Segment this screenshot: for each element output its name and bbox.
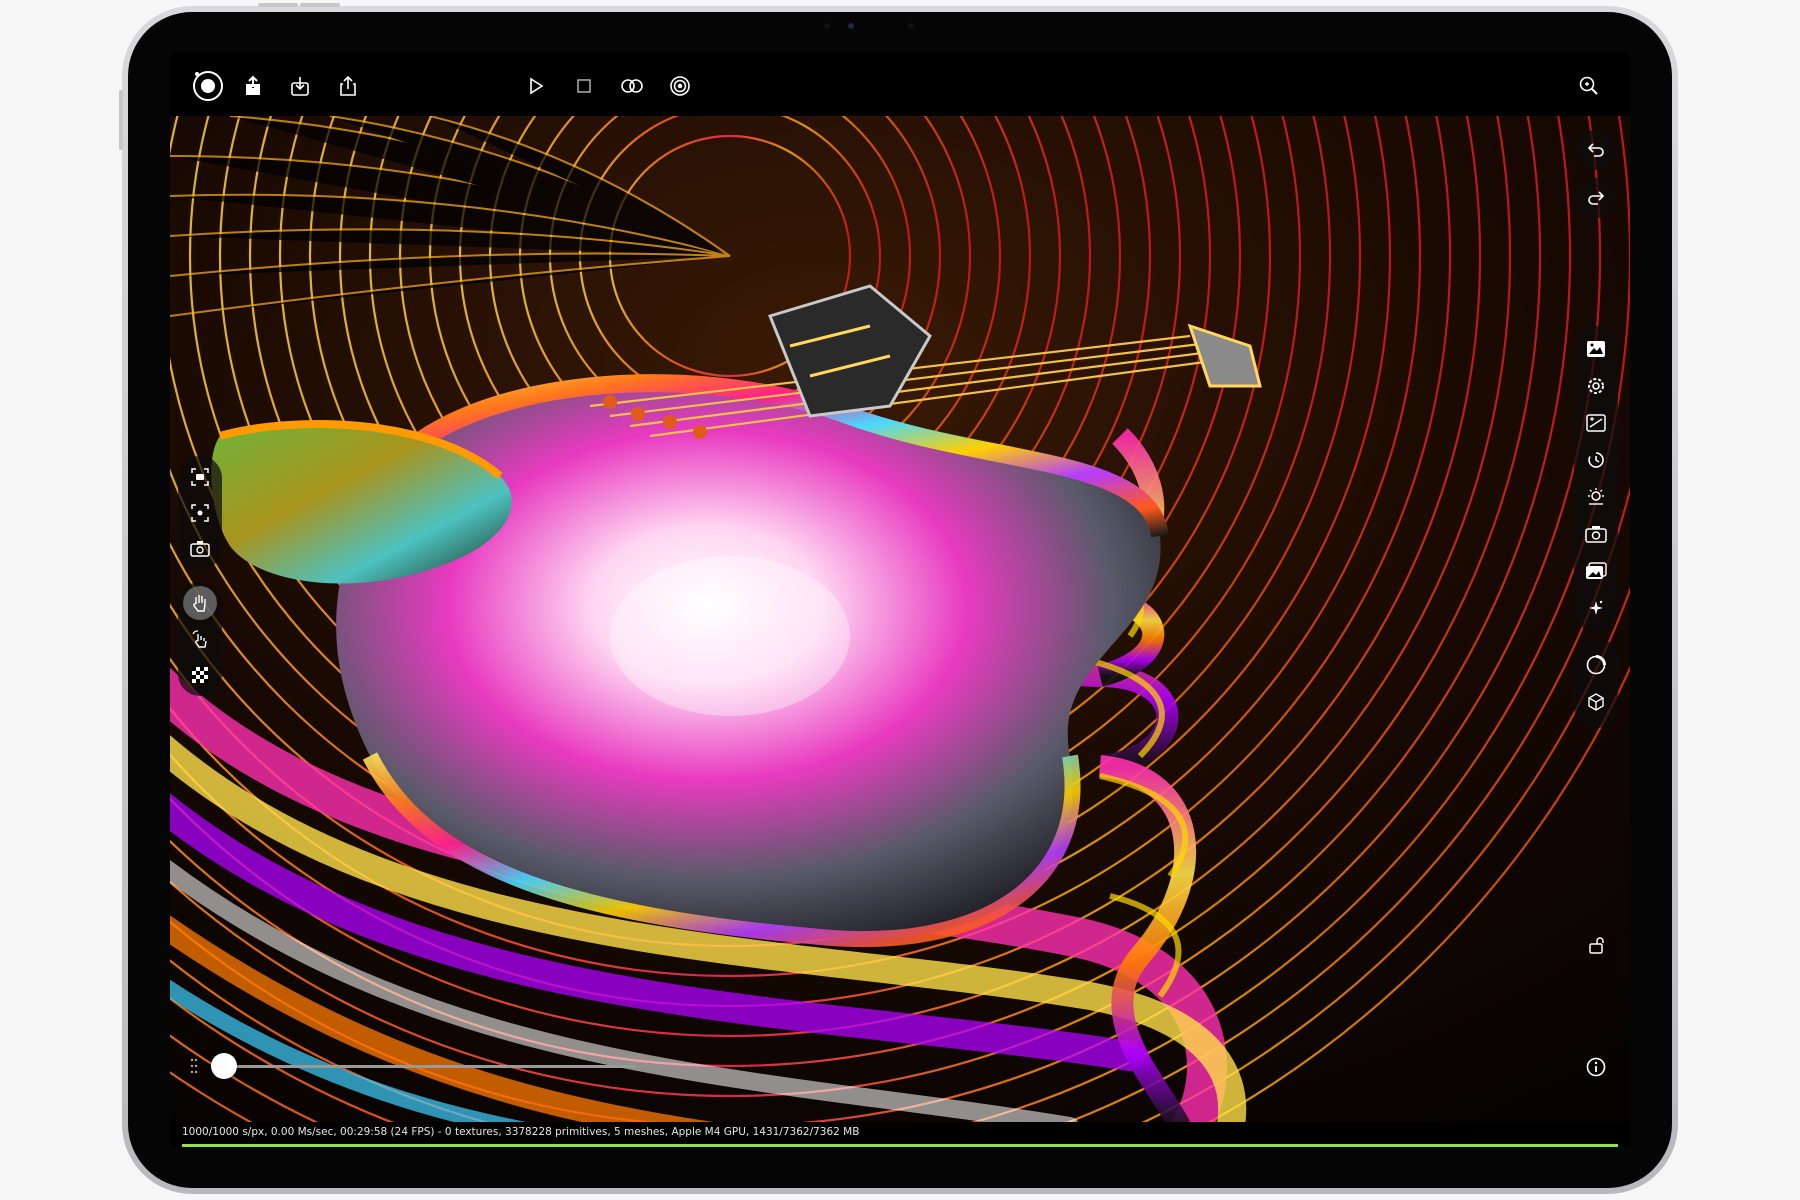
checkerboard-icon[interactable]	[183, 658, 217, 692]
focus-icon[interactable]	[183, 496, 217, 530]
settings-gear-icon[interactable]	[1579, 369, 1613, 403]
app-screen: 1000/1000 s/px, 0.00 Ms/sec, 00:29:58 (2…	[170, 52, 1630, 1148]
share-icon[interactable]	[332, 70, 364, 102]
camera-switch-icon[interactable]	[183, 532, 217, 566]
volume-button	[300, 3, 340, 7]
geometry-cube-icon[interactable]	[1579, 685, 1613, 719]
render-status-text: 1000/1000 s/px, 0.00 Ms/sec, 00:29:58 (2…	[182, 1126, 860, 1138]
environment-icon[interactable]	[1579, 480, 1613, 514]
sensor	[824, 23, 830, 29]
power-button	[119, 90, 123, 150]
stop-icon[interactable]	[568, 70, 600, 102]
play-icon[interactable]	[520, 70, 552, 102]
volume-button	[258, 3, 298, 7]
render-progress-bar	[182, 1144, 1618, 1147]
top-toolbar	[170, 52, 1630, 116]
timeline	[170, 1030, 1630, 1090]
render-progress-fill	[182, 1144, 1618, 1147]
animation-icon[interactable]	[1579, 443, 1613, 477]
panels-toolbar	[1574, 326, 1618, 632]
zoom-icon[interactable]	[1573, 70, 1605, 102]
front-camera	[848, 23, 854, 29]
camera-tools-group	[178, 456, 222, 570]
frame-camera-icon[interactable]	[183, 460, 217, 494]
pick-hand-icon[interactable]	[183, 622, 217, 656]
render-logo-icon[interactable]	[190, 68, 226, 104]
timeline-thumb[interactable]	[211, 1053, 237, 1079]
upload-icon[interactable]	[237, 70, 269, 102]
objects-toolbar	[1574, 638, 1618, 728]
drag-handle-icon[interactable]	[190, 1058, 198, 1079]
info-icon[interactable]	[1579, 1050, 1613, 1084]
interaction-tools-group	[178, 582, 222, 696]
image-icon[interactable]	[1579, 332, 1613, 366]
material-icon[interactable]	[1579, 648, 1613, 682]
imager-icon[interactable]	[1579, 406, 1613, 440]
pan-hand-icon[interactable]	[183, 586, 217, 620]
lock-icon[interactable]	[1579, 928, 1613, 962]
timeline-track[interactable]	[224, 1065, 636, 1068]
import-icon[interactable]	[284, 70, 316, 102]
redo-icon[interactable]	[1576, 178, 1616, 218]
target-icon[interactable]	[664, 70, 696, 102]
film-icon[interactable]	[1579, 554, 1613, 588]
sparkle-icon[interactable]	[1579, 591, 1613, 625]
camera-icon[interactable]	[1579, 517, 1613, 551]
undo-icon[interactable]	[1576, 130, 1616, 170]
toggle-icon[interactable]	[616, 70, 648, 102]
sensor	[908, 23, 914, 29]
render-viewport[interactable]	[170, 116, 1630, 1122]
